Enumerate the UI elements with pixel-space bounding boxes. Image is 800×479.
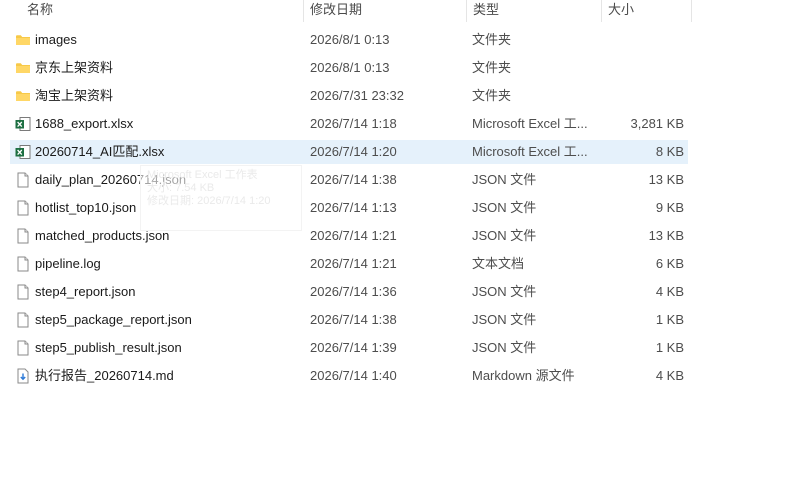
- document-icon: [15, 200, 31, 216]
- file-row[interactable]: pipeline.log 2026/7/14 1:21 文本文档 6 KB: [10, 252, 688, 276]
- file-size: 13 KB: [648, 228, 684, 243]
- file-row[interactable]: matched_products.json 2026/7/14 1:21 JSON …: [10, 224, 688, 248]
- file-size: 4 KB: [655, 284, 684, 299]
- file-modified-date: 2026/7/14 1:21: [310, 228, 397, 243]
- file-name: images: [35, 32, 77, 47]
- file-size: 3,281 KB: [630, 116, 685, 131]
- file-type: 文件夹: [472, 32, 512, 47]
- document-icon: [15, 228, 31, 244]
- file-name: step4_report.json: [35, 284, 136, 299]
- file-type: JSON 文件: [472, 172, 537, 187]
- file-size: 9 KB: [655, 200, 684, 215]
- file-size: 8 KB: [655, 144, 684, 159]
- file-modified-date: 2026/7/14 1:21: [310, 256, 397, 271]
- folder-icon: [15, 32, 31, 48]
- file-size: 6 KB: [655, 256, 684, 271]
- file-modified-date: 2026/7/14 1:38: [310, 172, 397, 187]
- column-header-type[interactable]: 类型: [467, 0, 600, 22]
- file-name: 20260714_AI匹配.xlsx: [35, 144, 165, 159]
- file-type: Microsoft Excel 工...: [472, 144, 588, 159]
- file-row[interactable]: step5_publish_result.json 2026/7/14 1:39 J…: [10, 336, 688, 360]
- file-modified-date: 2026/7/14 1:38: [310, 312, 397, 327]
- file-size: 13 KB: [648, 172, 684, 187]
- file-name: 京东上架资料: [35, 60, 114, 75]
- file-row[interactable]: 淘宝上架资料 2026/7/31 23:32 文件夹: [10, 84, 688, 108]
- excel-icon: [15, 144, 31, 160]
- file-size: 4 KB: [655, 368, 684, 383]
- file-name: daily_plan_20260714.json: [35, 172, 187, 187]
- file-row[interactable]: daily_plan_20260714.json 2026/7/14 1:38 JS…: [10, 168, 688, 192]
- file-type: JSON 文件: [472, 312, 537, 327]
- file-name: pipeline.log: [35, 256, 101, 271]
- file-modified-date: 2026/7/14 1:20: [310, 144, 397, 159]
- column-header-bar: 名称 修改日期 类型 大小: [0, 0, 692, 22]
- file-row[interactable]: hotlist_top10.json 2026/7/14 1:13 JSON 文件 9…: [10, 196, 688, 220]
- excel-icon: [15, 116, 31, 132]
- file-row[interactable]: images 2026/8/1 0:13 文件夹: [10, 28, 688, 52]
- file-type: Markdown 源文件: [472, 368, 575, 383]
- file-row[interactable]: 20260714_AI匹配.xlsx 2026/7/14 1:20 Microsof…: [10, 140, 688, 164]
- file-modified-date: 2026/7/14 1:18: [310, 116, 397, 131]
- folder-icon: [15, 88, 31, 104]
- file-type: JSON 文件: [472, 340, 537, 355]
- file-modified-date: 2026/7/14 1:39: [310, 340, 397, 355]
- file-modified-date: 2026/8/1 0:13: [310, 60, 390, 75]
- file-size: 1 KB: [655, 312, 684, 327]
- file-name: matched_products.json: [35, 228, 170, 243]
- document-icon: [15, 172, 31, 188]
- file-name: 1688_export.xlsx: [35, 116, 134, 131]
- file-row[interactable]: 京东上架资料 2026/8/1 0:13 文件夹: [10, 56, 688, 80]
- file-name: step5_package_report.json: [35, 312, 192, 327]
- file-modified-date: 2026/8/1 0:13: [310, 32, 390, 47]
- file-type: JSON 文件: [472, 200, 537, 215]
- file-modified-date: 2026/7/14 1:36: [310, 284, 397, 299]
- file-row[interactable]: step4_report.json 2026/7/14 1:36 JSON 文件 4 …: [10, 280, 688, 304]
- folder-icon: [15, 60, 31, 76]
- column-header-size[interactable]: 大小: [602, 0, 690, 22]
- file-modified-date: 2026/7/31 23:32: [310, 88, 404, 103]
- document-icon: [15, 256, 31, 272]
- file-modified-date: 2026/7/14 1:13: [310, 200, 397, 215]
- file-type: 文件夹: [472, 60, 512, 75]
- file-type: JSON 文件: [472, 228, 537, 243]
- file-name: hotlist_top10.json: [35, 200, 137, 215]
- file-type: 文件夹: [472, 88, 512, 103]
- file-name: 执行报告_20260714.md: [35, 368, 174, 383]
- file-row[interactable]: 1688_export.xlsx 2026/7/14 1:18 Microsoft …: [10, 112, 688, 136]
- column-header-name[interactable]: 名称: [21, 0, 301, 22]
- file-name: step5_publish_result.json: [35, 340, 182, 355]
- file-size: 1 KB: [655, 340, 684, 355]
- markdown-icon: [15, 368, 31, 384]
- file-type: Microsoft Excel 工...: [472, 116, 588, 131]
- column-header-modified[interactable]: 修改日期: [304, 0, 464, 22]
- column-divider[interactable]: [691, 0, 692, 22]
- file-type: JSON 文件: [472, 284, 537, 299]
- document-icon: [15, 284, 31, 300]
- file-row[interactable]: 执行报告_20260714.md 2026/7/14 1:40 Markdown 源…: [10, 364, 688, 388]
- file-modified-date: 2026/7/14 1:40: [310, 368, 397, 383]
- document-icon: [15, 340, 31, 356]
- file-name: 淘宝上架资料: [35, 88, 114, 103]
- file-row[interactable]: step5_package_report.json 2026/7/14 1:38 J…: [10, 308, 688, 332]
- document-icon: [15, 312, 31, 328]
- file-type: 文本文档: [472, 256, 525, 271]
